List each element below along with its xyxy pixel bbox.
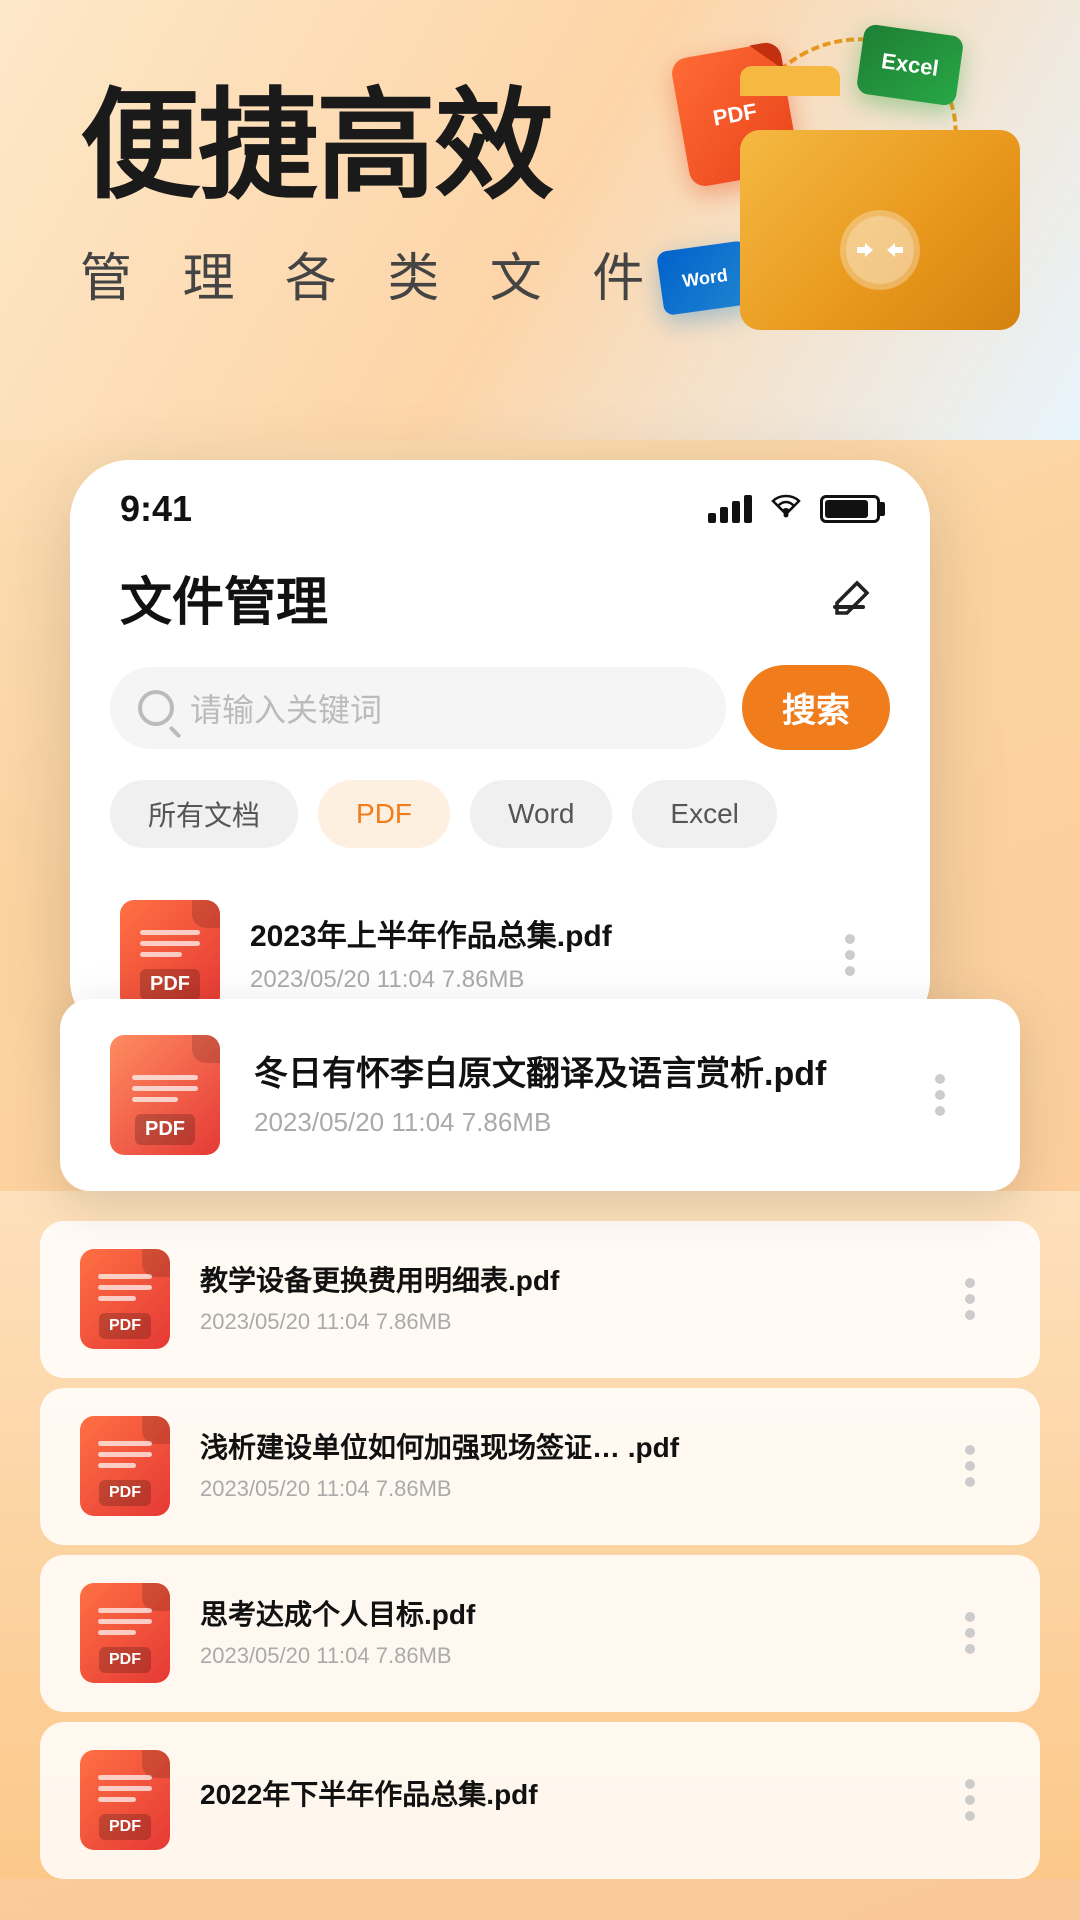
bottom-file-section: PDF 教学设备更换费用明细表.pdf 2023/05/20 11:04 7.8…	[0, 1191, 1080, 1879]
file-meta-4: 2023/05/20 11:04 7.86MB	[200, 1476, 940, 1502]
file-info-4: 浅析建设单位如何加强现场签证… .pdf 2023/05/20 11:04 7.…	[200, 1430, 940, 1502]
app-title: 文件管理	[120, 560, 328, 635]
file-icon-highlighted: PDF	[110, 1035, 220, 1155]
file-name-6: 2022年下半年作品总集.pdf	[200, 1777, 940, 1813]
file-name-highlighted: 冬日有怀李白原文翻译及语言赏析.pdf	[254, 1052, 910, 1096]
highlighted-file-container: PDF 冬日有怀李白原文翻译及语言赏析.pdf 2023/05/20 11:04…	[60, 999, 1020, 1191]
file-info-5: 思考达成个人目标.pdf 2023/05/20 11:04 7.86MB	[200, 1597, 940, 1669]
file-item-4[interactable]: PDF 浅析建设单位如何加强现场签证… .pdf 2023/05/20 11:0…	[40, 1388, 1040, 1545]
hero-subtitle: 管 理 各 类 文 件	[80, 236, 1000, 311]
file-more-button-highlighted[interactable]	[910, 1065, 970, 1125]
highlighted-file-item[interactable]: PDF 冬日有怀李白原文翻译及语言赏析.pdf 2023/05/20 11:04…	[60, 999, 1020, 1191]
phone-mockup: 9:41	[70, 460, 930, 1039]
file-meta-1: 2023/05/20 11:04 7.86MB	[250, 966, 820, 994]
file-icon-4: PDF	[80, 1416, 170, 1516]
status-time: 9:41	[120, 488, 192, 530]
filter-tab-word[interactable]: Word	[470, 780, 612, 848]
file-name-5: 思考达成个人目标.pdf	[200, 1597, 940, 1633]
file-more-button-5[interactable]	[940, 1603, 1000, 1663]
file-more-button-6[interactable]	[940, 1770, 1000, 1830]
file-meta-5: 2023/05/20 11:04 7.86MB	[200, 1643, 940, 1669]
status-bar: 9:41	[70, 460, 930, 540]
status-icons	[708, 492, 880, 527]
filter-tab-excel[interactable]: Excel	[632, 780, 776, 848]
file-info-3: 教学设备更换费用明细表.pdf 2023/05/20 11:04 7.86MB	[200, 1263, 940, 1335]
file-name-4: 浅析建设单位如何加强现场签证… .pdf	[200, 1430, 940, 1466]
file-icon-5: PDF	[80, 1583, 170, 1683]
filter-tab-pdf[interactable]: PDF	[318, 780, 450, 848]
file-item-6[interactable]: PDF 2022年下半年作品总集.pdf	[40, 1722, 1040, 1879]
search-icon	[138, 690, 174, 726]
file-icon-3: PDF	[80, 1249, 170, 1349]
file-icon-pdf-1: PDF	[120, 900, 220, 1010]
file-more-button-1[interactable]	[820, 925, 880, 985]
file-item-5[interactable]: PDF 思考达成个人目标.pdf 2023/05/20 11:04 7.86MB	[40, 1555, 1040, 1712]
file-name-3: 教学设备更换费用明细表.pdf	[200, 1263, 940, 1299]
file-icon-6: PDF	[80, 1750, 170, 1850]
file-info-6: 2022年下半年作品总集.pdf	[200, 1777, 940, 1823]
hero-title: 便捷高效	[80, 80, 1000, 212]
file-meta-highlighted: 2023/05/20 11:04 7.86MB	[254, 1107, 910, 1138]
search-placeholder: 请输入关键词	[190, 685, 382, 731]
file-item-3[interactable]: PDF 教学设备更换费用明细表.pdf 2023/05/20 11:04 7.8…	[40, 1221, 1040, 1378]
edit-button[interactable]	[824, 570, 880, 626]
search-input-wrap[interactable]: 请输入关键词	[110, 667, 726, 749]
filter-tabs: 所有文档 PDF Word Excel	[70, 770, 930, 872]
filter-tab-all[interactable]: 所有文档	[110, 780, 298, 848]
file-meta-3: 2023/05/20 11:04 7.86MB	[200, 1309, 940, 1335]
file-name-1: 2023年上半年作品总集.pdf	[250, 917, 820, 956]
file-more-button-3[interactable]	[940, 1269, 1000, 1329]
hero-section: 便捷高效 管 理 各 类 文 件 PDF Excel Word	[0, 0, 1080, 440]
app-header: 文件管理	[70, 540, 930, 655]
wifi-icon	[768, 492, 804, 527]
battery-icon	[820, 495, 880, 523]
file-info-highlighted: 冬日有怀李白原文翻译及语言赏析.pdf 2023/05/20 11:04 7.8…	[254, 1052, 910, 1137]
search-button[interactable]: 搜索	[742, 665, 890, 750]
phone-mockup-container: 9:41	[70, 460, 930, 1039]
file-more-button-4[interactable]	[940, 1436, 1000, 1496]
signal-icon	[708, 495, 752, 523]
file-info-1: 2023年上半年作品总集.pdf 2023/05/20 11:04 7.86MB	[250, 917, 820, 994]
search-bar-area: 请输入关键词 搜索	[70, 655, 930, 770]
